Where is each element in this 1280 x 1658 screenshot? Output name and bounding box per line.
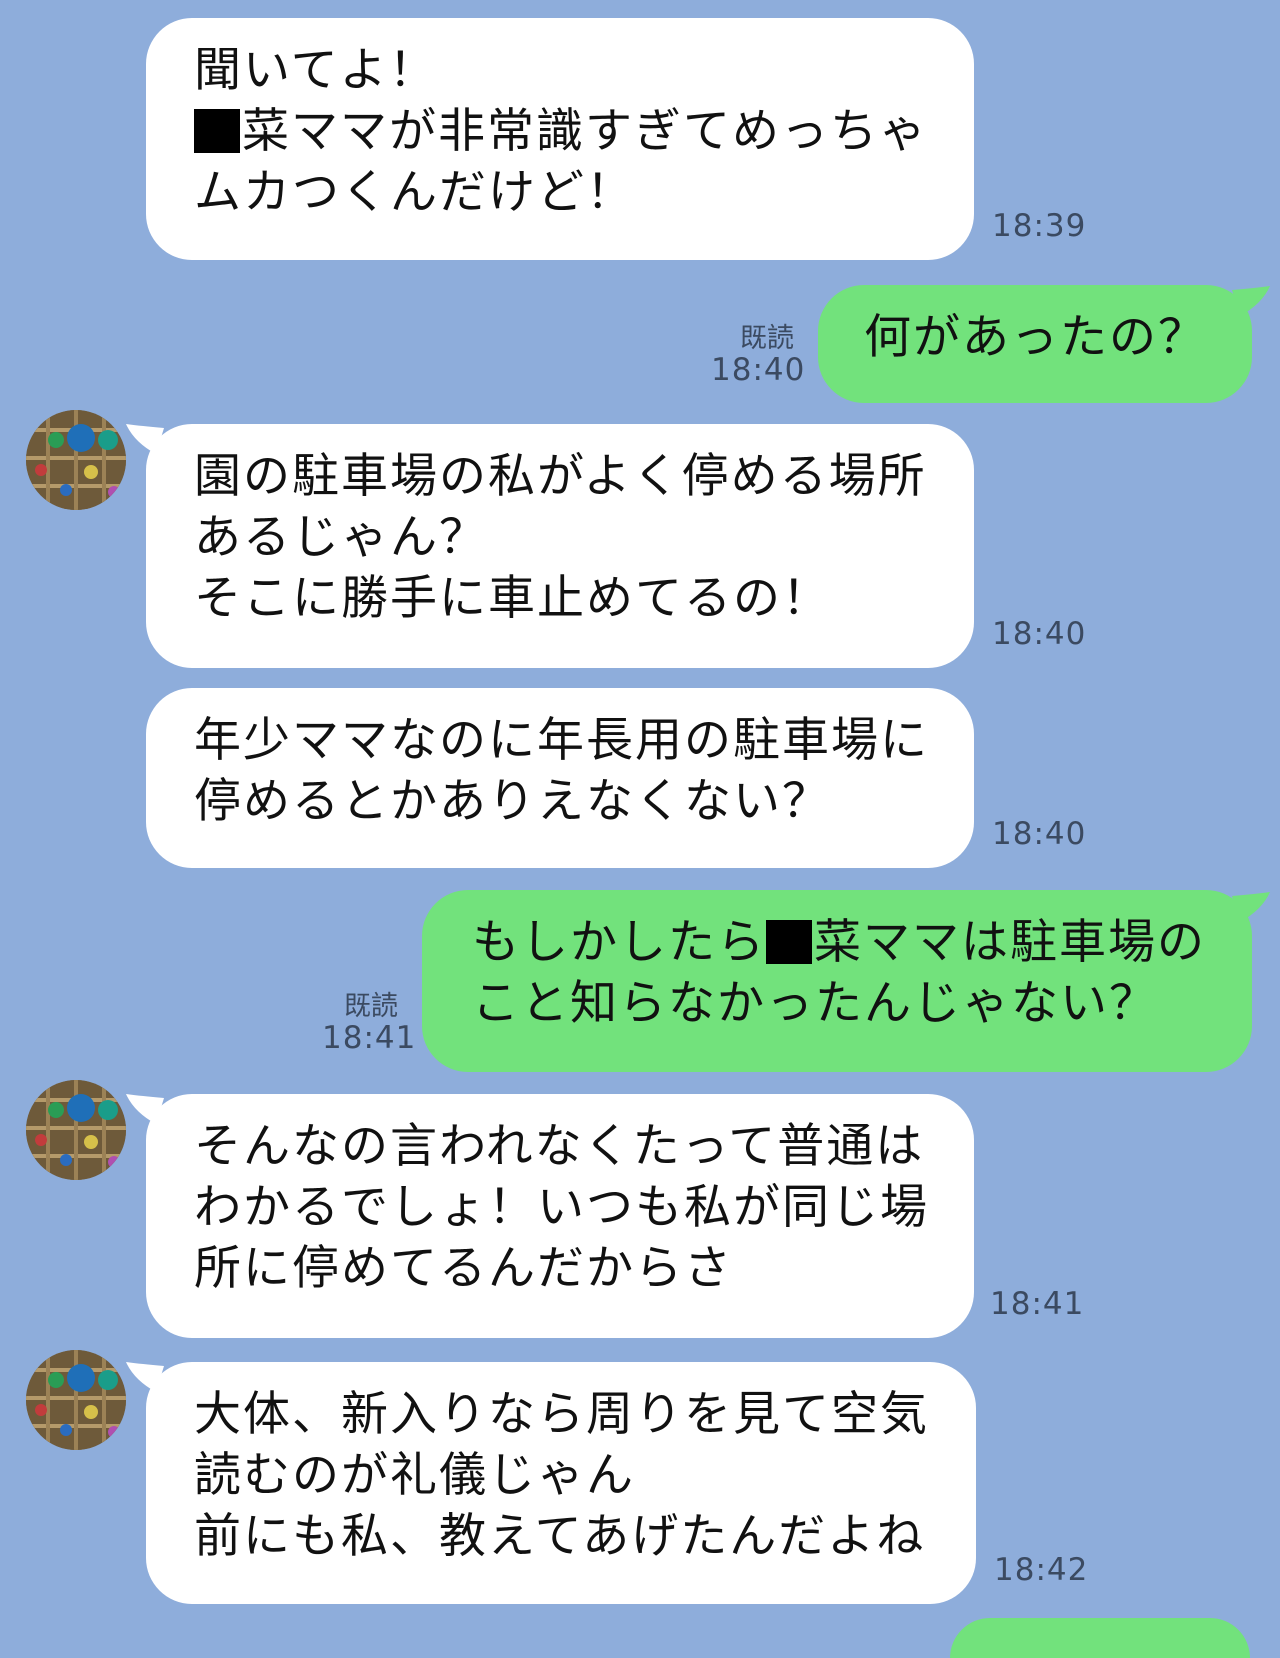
my-message-bubble[interactable]: 何があったの？	[818, 285, 1252, 403]
message-time: 18:39	[992, 208, 1087, 244]
message-line: 所に停めてるんだからさ	[194, 1241, 733, 1296]
message-time: 18:42	[994, 1552, 1089, 1588]
read-receipt: 既読	[740, 323, 794, 354]
message-time: 18:41	[990, 1286, 1085, 1322]
avatar-photo-icon	[26, 1080, 126, 1180]
my-bubble-tail	[1232, 892, 1270, 922]
avatar-photo-icon	[26, 1350, 126, 1450]
friend-message-bubble[interactable]: 園の駐車場の私がよく停める場所 あるじゃん？ そこに勝手に車止めてるの！	[146, 424, 974, 668]
message-line-redacted: もしかしたら 菜ママは駐車場の	[472, 912, 1212, 973]
message-line: 年少ママなのに年長用の駐車場に	[194, 713, 929, 768]
message-line: 読むのが礼儀じゃん	[194, 1448, 635, 1503]
read-receipt: 既読	[344, 991, 398, 1022]
message-line: 停めるとかありえなくない？	[194, 774, 831, 829]
message-line: あるじゃん？	[194, 510, 488, 565]
message-line: わかるでしょ！いつも私が同じ場	[194, 1180, 929, 1235]
redaction-block	[766, 920, 812, 964]
message-line-redacted: 菜ママが非常識すぎてめっちゃ	[194, 101, 934, 162]
message-line: 聞いてよ！	[194, 43, 438, 98]
my-message-bubble-partial[interactable]	[950, 1618, 1250, 1658]
message-line: そんなの言われなくたって普通は	[194, 1119, 925, 1174]
message-line: こと知らなかったんじゃない？	[472, 976, 1158, 1031]
message-time: 18:41	[322, 1020, 417, 1056]
message-line: 何があったの？	[864, 310, 1207, 365]
avatar-photo-icon	[26, 410, 126, 510]
friend-message-bubble[interactable]: 大体、新入りなら周りを見て空気 読むのが礼儀じゃん 前にも私、教えてあげたんだよ…	[146, 1362, 976, 1604]
message-line: そこに勝手に車止めてるの！	[194, 571, 831, 626]
friend-message-bubble[interactable]: 年少ママなのに年長用の駐車場に 停めるとかありえなくない？	[146, 688, 974, 868]
message-line: 大体、新入りなら周りを見て空気	[194, 1387, 929, 1442]
message-line: ムカつくんだけど！	[194, 165, 635, 220]
friend-avatar[interactable]	[26, 1350, 126, 1450]
my-bubble-tail	[1232, 286, 1270, 316]
friend-message-bubble[interactable]: 聞いてよ！ 菜ママが非常識すぎてめっちゃ ムカつくんだけど！	[146, 18, 974, 260]
message-time: 18:40	[992, 616, 1087, 652]
message-line: 園の駐車場の私がよく停める場所	[194, 449, 927, 504]
redaction-block	[194, 109, 240, 153]
friend-avatar[interactable]	[26, 1080, 126, 1180]
message-time: 18:40	[992, 816, 1087, 852]
friend-avatar[interactable]	[26, 410, 126, 510]
message-line-text: もしかしたら	[472, 915, 766, 970]
message-time: 18:40	[711, 352, 806, 388]
friend-message-bubble[interactable]: そんなの言われなくたって普通は わかるでしょ！いつも私が同じ場 所に停めてるんだ…	[146, 1094, 974, 1338]
message-line: 前にも私、教えてあげたんだよね	[194, 1509, 926, 1564]
message-line-text: 菜ママは駐車場の	[814, 915, 1206, 970]
message-line-text: 菜ママが非常識すぎてめっちゃ	[242, 104, 928, 159]
chat-area[interactable]: 聞いてよ！ 菜ママが非常識すぎてめっちゃ ムカつくんだけど！ 18:39 何があ…	[0, 0, 1280, 1658]
my-message-bubble[interactable]: もしかしたら 菜ママは駐車場の こと知らなかったんじゃない？	[422, 890, 1252, 1072]
